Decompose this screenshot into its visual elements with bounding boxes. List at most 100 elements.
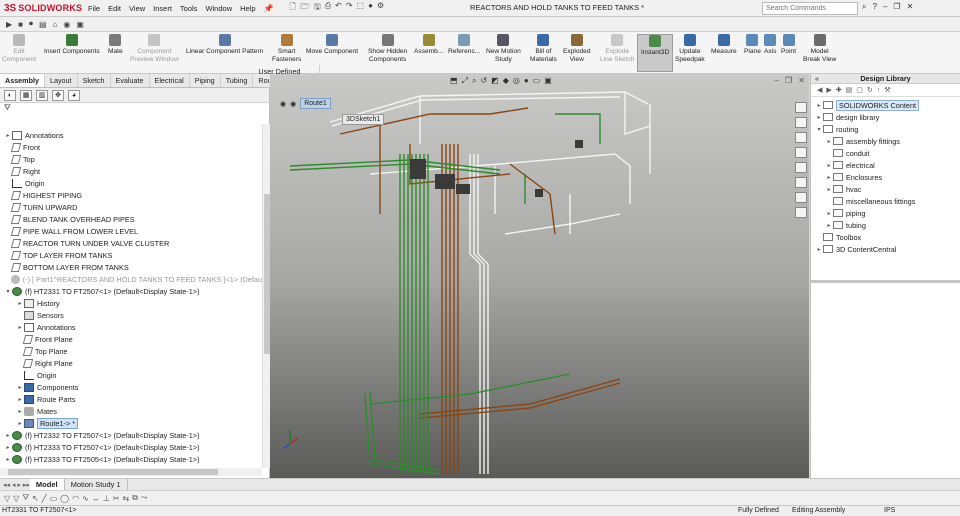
back-icon[interactable]: ◀	[817, 86, 822, 94]
toolbox-config-icon[interactable]: ⚒	[884, 86, 890, 94]
file-explorer-icon[interactable]	[795, 147, 807, 158]
search-commands-input[interactable]	[766, 5, 846, 12]
create-folder-icon[interactable]: ▢	[856, 86, 863, 94]
library-item[interactable]: miscellaneous fittings	[811, 195, 960, 207]
camera-icon[interactable]: ◉	[63, 20, 70, 29]
open-document-icon[interactable]: 🗁	[300, 1, 310, 15]
feature-tree-scrollbar[interactable]	[262, 124, 270, 468]
breadcrumb-3dsketch[interactable]: 3DSketch1	[342, 114, 385, 125]
tree-node[interactable]: REACTOR TURN UNDER VALVE CLUSTER	[0, 237, 262, 249]
tab-evaluate[interactable]: Evaluate	[111, 74, 150, 87]
tree-node[interactable]: Origin	[0, 369, 262, 381]
expand-toggle-icon[interactable]: ▸	[825, 210, 833, 217]
select-tool-icon[interactable]: ↖	[32, 494, 39, 503]
add-file-location-icon[interactable]: ▤	[846, 86, 853, 94]
property-manager-tab-icon[interactable]: ▦	[20, 89, 32, 101]
rebuild-icon[interactable]: ●	[368, 1, 373, 15]
breadcrumb-route[interactable]: Route1	[300, 98, 331, 109]
tab-model[interactable]: Model	[29, 479, 65, 490]
library-item[interactable]: conduit	[811, 147, 960, 159]
breadcrumb-subassembly-icon[interactable]: ◉	[290, 100, 296, 108]
bill-of-materials-button[interactable]: Bill of Materials	[530, 34, 557, 64]
zoom-to-fit-icon[interactable]: ⤢	[462, 76, 468, 86]
smart-fasteners-button[interactable]: Smart Fasteners	[272, 34, 301, 64]
dimxpert-tab-icon[interactable]: ✥	[52, 89, 64, 101]
collapse-panel-icon[interactable]: «	[815, 74, 819, 84]
tree-node[interactable]: HIGHEST PIPING	[0, 189, 262, 201]
view-orientation-icon[interactable]: ⬒	[450, 76, 458, 86]
redo-icon[interactable]: ↷	[346, 1, 353, 15]
appearances-icon[interactable]	[795, 162, 807, 173]
tree-node[interactable]: TOP LAYER FROM TANKS	[0, 249, 262, 261]
hide-show-items-icon[interactable]: ◎	[513, 76, 520, 86]
toolbox-icon[interactable]: ⌂	[53, 20, 58, 29]
view-palette-icon[interactable]	[795, 177, 807, 188]
tab-layout[interactable]: Layout	[45, 74, 78, 87]
feature-tree-tab-icon[interactable]: ◐	[4, 89, 16, 101]
tab-piping[interactable]: Piping	[190, 74, 221, 87]
expand-toggle-icon[interactable]: ▾	[815, 126, 823, 133]
new-document-icon[interactable]: 🗋	[290, 1, 296, 15]
library-item[interactable]: ▸ tubing	[811, 219, 960, 231]
plane-button[interactable]: Plane	[744, 34, 761, 56]
report-icon[interactable]: ▤	[39, 20, 47, 29]
axis-button[interactable]: Axis	[764, 34, 776, 56]
options-icon[interactable]: ⚙	[377, 1, 384, 15]
display-manager-tab-icon[interactable]: ◕	[68, 89, 80, 101]
tree-node[interactable]: Sensors	[0, 309, 262, 321]
record-icon[interactable]: ⏺	[29, 19, 33, 29]
up-icon[interactable]: ↑	[877, 87, 881, 94]
menu-help[interactable]: Help	[240, 4, 255, 13]
tree-node[interactable]: ▸ Mates	[0, 405, 262, 417]
tree-node[interactable]: ▾ (f) HT2331 TO FT2507<1> (Default<Displa…	[0, 285, 262, 297]
insert-components-button[interactable]: Insert Components	[44, 34, 100, 56]
tree-node[interactable]: ▸ Route1-> *	[0, 417, 262, 429]
edit-appearance-icon[interactable]: ●	[524, 76, 529, 86]
design-library-icon[interactable]	[795, 132, 807, 143]
expand-toggle-icon[interactable]: ▸	[825, 186, 833, 193]
mirror-tool-icon[interactable]: ⇆	[122, 494, 129, 503]
library-item[interactable]: ▸ electrical	[811, 159, 960, 171]
tree-node[interactable]: ▸ Annotations	[0, 321, 262, 333]
display-style-icon[interactable]: ◆	[503, 76, 509, 86]
design-library-splitter[interactable]	[811, 280, 960, 283]
tree-node[interactable]: ▸ (f) HT2333 TO FT2505<1> (Default<Displa…	[0, 453, 262, 465]
solidworks-forum-icon[interactable]	[795, 207, 807, 218]
expand-toggle-icon[interactable]: ▸	[16, 420, 24, 427]
update-speedpak-button[interactable]: Update Speedpak	[675, 34, 705, 64]
status-units[interactable]: IPS	[884, 507, 895, 514]
close-icon[interactable]: ✕	[907, 2, 914, 12]
mate-button[interactable]: Mate	[108, 34, 123, 56]
menu-edit[interactable]: Edit	[108, 4, 121, 13]
play-icon[interactable]: ▶	[6, 20, 12, 29]
show-hidden-button[interactable]: Show Hidden Components	[368, 34, 407, 64]
hscrollbar-thumb[interactable]	[8, 469, 218, 475]
search-icon[interactable]: ⌕	[862, 2, 866, 12]
menu-insert[interactable]: Insert	[153, 4, 172, 13]
tab-motion-study[interactable]: Motion Study 1	[65, 479, 128, 490]
solidworks-logo[interactable]: 3S SOLIDWORKS	[0, 3, 82, 14]
breadcrumb-assembly-icon[interactable]: ◉	[280, 100, 286, 108]
menu-file[interactable]: File	[88, 4, 100, 13]
tree-node[interactable]: ▸ (f) HT2332 TO FT2507<1> (Default<Displa…	[0, 429, 262, 441]
library-item[interactable]: ▸ design library	[811, 111, 960, 123]
tab-nav-arrows[interactable]: ◂◂ ◂ ▸ ▸▸	[3, 481, 30, 489]
library-item[interactable]: ▸ Enclosures	[811, 171, 960, 183]
tree-node[interactable]: ▸ Components	[0, 381, 262, 393]
tree-node[interactable]: Right Plane	[0, 357, 262, 369]
model-break-view-button[interactable]: Model Break View	[803, 34, 836, 64]
expand-toggle-icon[interactable]: ▸	[825, 138, 833, 145]
filter-edges-icon[interactable]: ▽	[4, 494, 10, 503]
tree-node[interactable]: Right	[0, 165, 262, 177]
library-item[interactable]: ▸ piping	[811, 207, 960, 219]
linear-pattern-button[interactable]: Linear Component Pattern	[186, 34, 263, 56]
minimize-icon[interactable]: –	[883, 2, 887, 12]
section-view-icon[interactable]: ◩	[491, 76, 499, 86]
new-motion-study-button[interactable]: New Motion Study	[486, 34, 521, 64]
library-item[interactable]: ▸ assembly fittings	[811, 135, 960, 147]
undo-icon[interactable]: ↶	[335, 1, 342, 15]
expand-toggle-icon[interactable]: ▸	[825, 162, 833, 169]
configuration-manager-tab-icon[interactable]: ▥	[36, 89, 48, 101]
expand-toggle-icon[interactable]: ▸	[825, 174, 833, 181]
tree-node[interactable]: Front Plane	[0, 333, 262, 345]
